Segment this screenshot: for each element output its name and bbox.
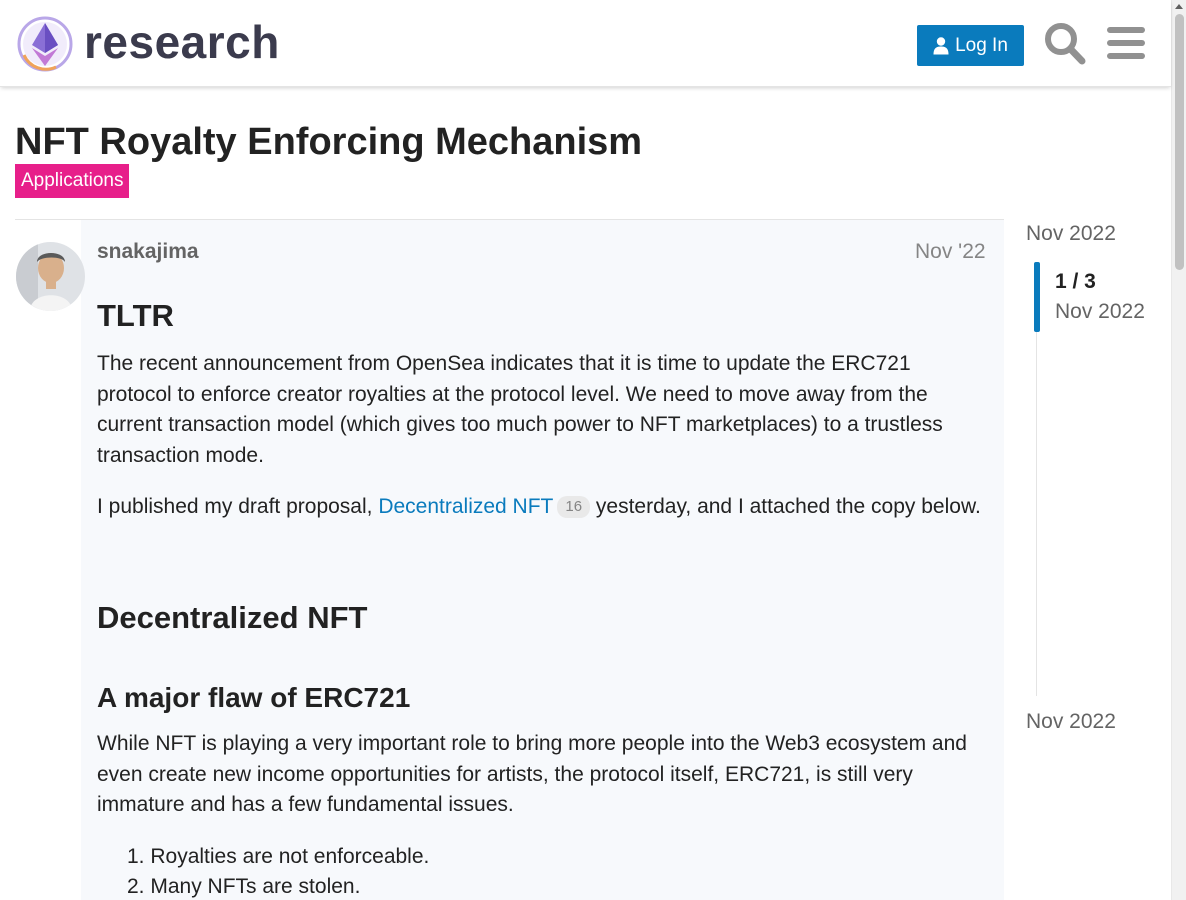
hamburger-menu-icon[interactable] <box>1106 22 1146 64</box>
login-label: Log In <box>955 34 1008 56</box>
list-item: 1. Royalties are not enforceable. <box>127 845 430 868</box>
user-avatar[interactable] <box>16 242 85 311</box>
site-header: research Log In <box>0 0 1171 87</box>
list-item: 2. Many NFTs are stolen. <box>127 875 361 898</box>
scroll-up-arrow-icon[interactable] <box>1175 4 1183 9</box>
post-paragraph: I published my draft proposal, Decentral… <box>97 492 989 523</box>
list-item-text: Royalties are not enforceable. <box>150 845 430 868</box>
post-paragraph: While NFT is playing a very important ro… <box>97 732 967 816</box>
login-button[interactable]: Log In <box>917 25 1024 66</box>
post-paragraph: The recent announcement from OpenSea ind… <box>97 352 943 467</box>
user-icon <box>933 36 949 54</box>
timeline-end-date[interactable]: Nov 2022 <box>1026 709 1116 735</box>
scrollbar-thumb[interactable] <box>1175 14 1184 270</box>
topic-title[interactable]: NFT Royalty Enforcing Mechanism <box>15 120 642 164</box>
research-logo-icon[interactable] <box>16 15 74 73</box>
list-item-text: Many NFTs are stolen. <box>150 875 361 898</box>
search-icon[interactable] <box>1044 20 1086 66</box>
post-date[interactable]: Nov '22 <box>915 238 986 266</box>
link-click-count: 16 <box>557 496 591 518</box>
paragraph-text: yesterday, and I attached the copy below… <box>595 495 981 518</box>
post-username[interactable]: snakajima <box>97 238 199 266</box>
post-heading-tltr: TLTR <box>97 298 174 333</box>
decentralized-nft-link[interactable]: Decentralized NFT <box>378 495 553 518</box>
category-badge[interactable]: Applications <box>15 164 130 198</box>
timeline-handle[interactable] <box>1034 262 1040 332</box>
site-logo-text[interactable]: research <box>84 14 280 70</box>
paragraph-text: I published my draft proposal, <box>97 495 373 518</box>
timeline-position: 1 / 3 <box>1055 270 1096 293</box>
post-heading-decentralized-nft: Decentralized NFT <box>97 600 368 635</box>
post-heading-major-flaw: A major flaw of ERC721 <box>97 682 411 713</box>
timeline-position-date: Nov 2022 <box>1055 300 1145 323</box>
vertical-scrollbar[interactable] <box>1171 0 1186 900</box>
timeline-start-date[interactable]: Nov 2022 <box>1026 221 1116 247</box>
